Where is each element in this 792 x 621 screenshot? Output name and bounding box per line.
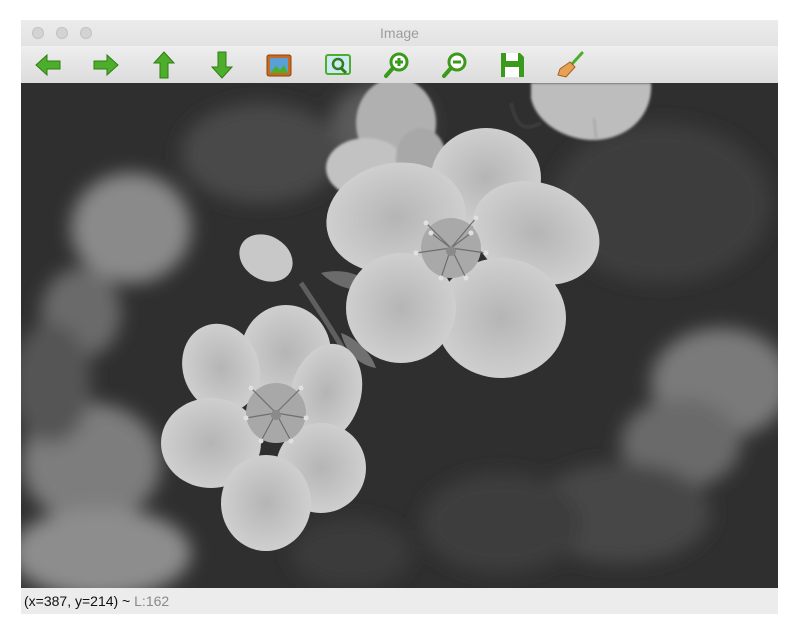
zoom-in-button[interactable] xyxy=(381,49,413,81)
title-bar[interactable]: Image xyxy=(21,20,778,46)
image-window: Image (x=387, y=214) ~ L:162 xyxy=(21,20,778,614)
toolbar xyxy=(21,46,778,84)
down-button[interactable] xyxy=(206,49,238,81)
zoom-fit-button[interactable] xyxy=(322,49,354,81)
arrow-left-icon xyxy=(35,53,61,77)
luminance-value: L:162 xyxy=(134,593,170,609)
clear-button[interactable] xyxy=(554,49,586,81)
forward-button[interactable] xyxy=(90,49,122,81)
arrow-right-icon xyxy=(93,53,119,77)
image-canvas[interactable] xyxy=(21,83,778,588)
original-image-button[interactable] xyxy=(263,49,295,81)
cursor-coordinates: (x=387, y=214) ~ xyxy=(24,593,131,609)
arrow-down-icon xyxy=(210,51,234,79)
up-button[interactable] xyxy=(148,49,180,81)
zoom-out-icon xyxy=(442,52,467,78)
back-button[interactable] xyxy=(32,49,64,81)
save-icon xyxy=(501,53,524,77)
save-button[interactable] xyxy=(496,49,528,81)
status-bar: (x=387, y=214) ~ L:162 xyxy=(21,588,778,614)
flower-photo xyxy=(21,83,778,588)
broom-icon xyxy=(557,51,584,78)
arrow-up-icon xyxy=(152,51,176,79)
picture-icon xyxy=(266,54,292,77)
window-title: Image xyxy=(380,25,419,41)
zoom-fit-icon xyxy=(325,54,351,75)
zoom-in-icon xyxy=(384,52,409,78)
zoom-out-button[interactable] xyxy=(439,49,471,81)
